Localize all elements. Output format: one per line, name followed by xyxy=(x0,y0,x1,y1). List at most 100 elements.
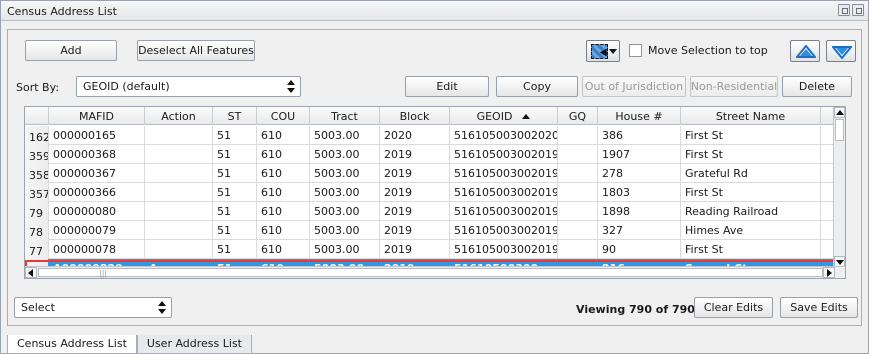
table-cell: 610 xyxy=(257,145,310,164)
table-cell: 2019 xyxy=(380,202,450,221)
table-row[interactable]: 358 000000367 51 610 5003.00 2019 516105003002… xyxy=(25,164,835,183)
column-header-label: Tract xyxy=(331,109,358,123)
table-cell: 516105003002019 xyxy=(450,145,558,164)
column-header-label: Action xyxy=(161,109,196,123)
table-cell: 2019 xyxy=(380,145,450,164)
scroll-up-icon[interactable] xyxy=(834,107,845,118)
add-button[interactable]: Add xyxy=(25,40,117,61)
table-cell xyxy=(145,126,213,145)
table-row[interactable]: 77 000000078 51 610 5003.00 2019 5161050030020… xyxy=(25,240,835,259)
column-header-st[interactable]: ST xyxy=(213,107,257,125)
table-cell: 516105003002020 xyxy=(450,126,558,145)
column-header-label: Block xyxy=(399,109,430,123)
select-combo-value: Select xyxy=(21,301,55,314)
table-cell xyxy=(558,145,598,164)
table-row[interactable]: 359 000000368 51 610 5003.00 2019 516105003002… xyxy=(25,145,835,164)
table-cell: 516105003002019 xyxy=(450,240,558,259)
table-cell: 1907 xyxy=(598,145,681,164)
table-cell: 278 xyxy=(598,164,681,183)
row-number: 162 xyxy=(25,126,49,145)
table-cell: Reading Railroad xyxy=(681,202,821,221)
edit-button[interactable]: Edit xyxy=(405,76,489,97)
row-number: 359 xyxy=(25,145,49,164)
table-row[interactable]: 162 000000165 51 610 5003.00 2020 516105003002… xyxy=(25,126,835,145)
table-cell: 5003.00 xyxy=(310,145,380,164)
copy-button[interactable]: Copy xyxy=(496,76,578,97)
table-cell xyxy=(145,221,213,240)
out-of-jurisdiction-button[interactable]: Out of Jurisdiction xyxy=(582,76,686,97)
tab-census-address-list[interactable]: Census Address List xyxy=(7,335,137,354)
non-residential-button[interactable]: Non-Residential xyxy=(690,76,778,97)
table-cell: 5003.00 xyxy=(310,240,380,259)
table-cell: 90 xyxy=(598,240,681,259)
table-cell: 516105003002019 xyxy=(450,164,558,183)
table-row[interactable]: 79 000000080 51 610 5003.00 2019 5161050030020… xyxy=(25,202,835,221)
table-cell: 5003.00 xyxy=(310,126,380,145)
table-cell xyxy=(145,202,213,221)
sort-by-combo[interactable]: GEOID (default) xyxy=(76,76,301,97)
column-header-cou[interactable]: COU xyxy=(257,107,310,125)
scroll-right-icon[interactable] xyxy=(823,267,835,278)
table-cell: 000000367 xyxy=(49,164,145,183)
table-cell: First St xyxy=(681,183,821,202)
table-cell xyxy=(145,164,213,183)
table-cell: 1803 xyxy=(598,183,681,202)
tab-user-address-list[interactable]: User Address List xyxy=(136,335,252,354)
table-cell: 51 xyxy=(213,202,257,221)
column-header-gq[interactable]: GQ xyxy=(558,107,598,125)
clear-edits-button[interactable]: Clear Edits xyxy=(694,297,773,318)
vertical-scrollbar[interactable] xyxy=(833,107,845,267)
chevron-down-icon xyxy=(609,49,617,54)
table-cell: 516105003002019 xyxy=(450,183,558,202)
scroll-grip-icon: ||| xyxy=(99,269,108,278)
deselect-all-features-button[interactable]: Deselect All Features xyxy=(137,40,255,61)
move-up-button[interactable] xyxy=(790,40,820,62)
table-cell: 2019 xyxy=(380,240,450,259)
column-header-action[interactable]: Action xyxy=(145,107,213,125)
column-header-label: MAFID xyxy=(78,109,115,123)
column-header-geoid[interactable]: GEOID xyxy=(450,107,558,125)
arrow-up-icon xyxy=(796,45,816,58)
table-cell: 5003.00 xyxy=(310,202,380,221)
column-header-house[interactable]: House # xyxy=(598,107,681,125)
table-cell: 1898 xyxy=(598,202,681,221)
column-header-label: COU xyxy=(270,109,296,123)
save-edits-button[interactable]: Save Edits xyxy=(780,297,858,318)
horizontal-scroll-thumb[interactable]: ||| xyxy=(38,268,823,278)
table-cell: 386 xyxy=(598,126,681,145)
vertical-scroll-thumb[interactable] xyxy=(835,119,844,141)
table-cell: 5003.00 xyxy=(310,221,380,240)
table-cell: 51 xyxy=(213,221,257,240)
close-icon[interactable] xyxy=(852,4,864,16)
column-header-label: ST xyxy=(227,109,242,123)
column-header-mafid[interactable]: MAFID xyxy=(49,107,145,125)
select-combo[interactable]: Select xyxy=(14,297,172,318)
move-down-button[interactable] xyxy=(826,40,856,62)
selection-tool-dropdown[interactable] xyxy=(586,40,620,62)
table-cell: 610 xyxy=(257,202,310,221)
column-header-tract[interactable]: Tract xyxy=(310,107,380,125)
column-header-street-name[interactable]: Street Name xyxy=(681,107,821,125)
delete-button[interactable]: Delete xyxy=(782,76,852,97)
address-table[interactable]: MAFID Action ST COU Tract Block GEOID GQ House #… xyxy=(24,106,846,279)
row-number: 358 xyxy=(25,164,49,183)
restore-icon[interactable] xyxy=(838,4,850,16)
title-bar-controls xyxy=(838,4,864,16)
column-header-block[interactable]: Block xyxy=(380,107,450,125)
table-row[interactable]: 357 000000366 51 610 5003.00 2019 516105003002… xyxy=(25,183,835,202)
table-cell: 51 xyxy=(213,183,257,202)
table-cell: 516105003002019 xyxy=(450,202,558,221)
column-header-label: GEOID xyxy=(476,109,513,123)
table-cell: 000000368 xyxy=(49,145,145,164)
horizontal-scrollbar[interactable]: ||| xyxy=(25,266,845,278)
spinner-arrows-icon xyxy=(157,300,167,315)
move-selection-checkbox[interactable] xyxy=(629,44,642,57)
column-header-label: Street Name xyxy=(715,109,786,123)
table-cell: 516105003002019 xyxy=(450,221,558,240)
sort-ascending-icon xyxy=(522,113,531,119)
row-number: 79 xyxy=(25,202,49,221)
table-cell: 51 xyxy=(213,164,257,183)
table-row[interactable]: 78 000000079 51 610 5003.00 2019 5161050030020… xyxy=(25,221,835,240)
title-bar: Census Address List xyxy=(1,1,868,21)
scroll-left-icon[interactable] xyxy=(25,267,37,278)
